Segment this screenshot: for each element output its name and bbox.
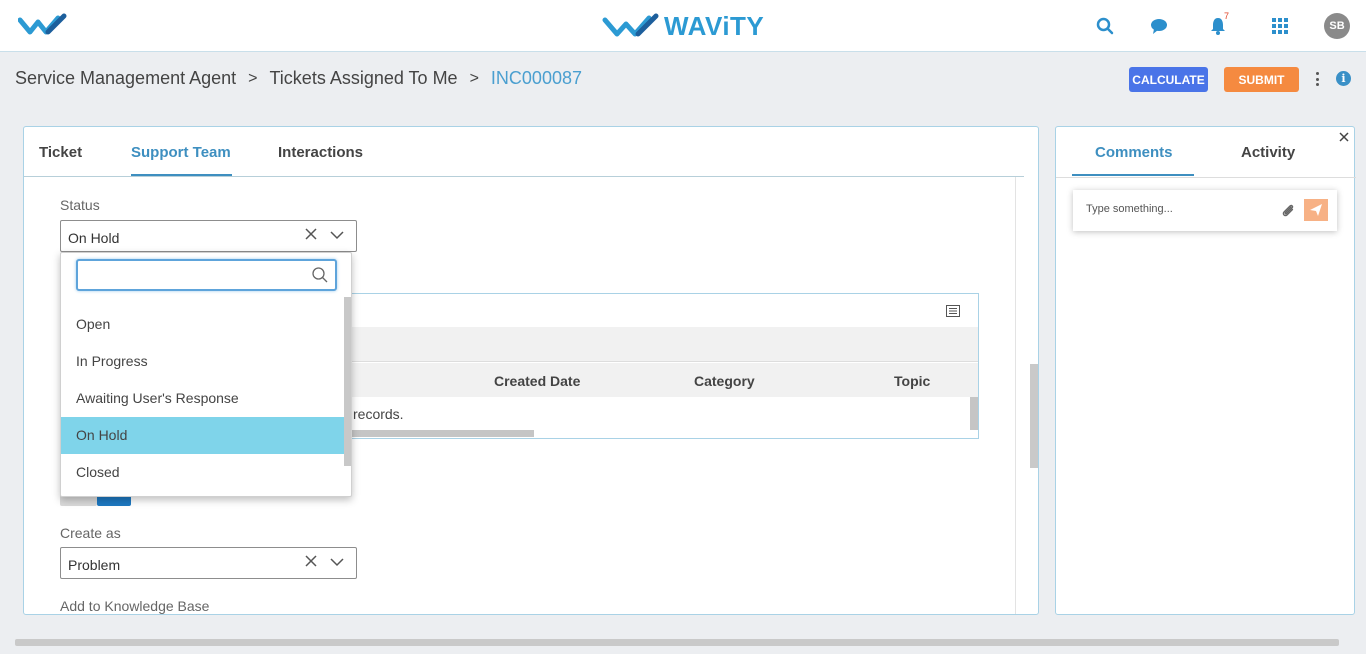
panel-vertical-scrollbar[interactable]	[1030, 364, 1038, 468]
calculate-button[interactable]: CALCULATE	[1129, 67, 1208, 92]
status-option-awaiting-response[interactable]: Awaiting User's Response	[61, 380, 344, 417]
breadcrumb-item-tickets[interactable]: Tickets Assigned To Me	[269, 68, 457, 89]
active-tab-indicator	[131, 174, 232, 176]
tab-activity[interactable]: Activity	[1241, 144, 1295, 161]
active-tab-indicator	[1072, 174, 1194, 176]
breadcrumb-separator: >	[469, 69, 479, 87]
status-option-open[interactable]: Open	[61, 306, 344, 343]
dropdown-scrollbar[interactable]	[344, 297, 351, 466]
comments-panel: Comments Activity Type something...	[1055, 126, 1356, 615]
column-header-topic[interactable]: Topic	[894, 373, 930, 389]
panel-divider	[1015, 177, 1016, 614]
send-icon	[1310, 204, 1322, 216]
attachment-icon[interactable]	[1280, 202, 1295, 218]
close-icon[interactable]	[1339, 132, 1349, 142]
status-label: Status	[60, 197, 100, 213]
grid-header-row: Created Date Category Topic	[314, 363, 978, 397]
status-option-in-progress[interactable]: In Progress	[61, 343, 344, 380]
more-options-icon[interactable]	[1311, 70, 1323, 88]
knowledge-base-label: Add to Knowledge Base	[60, 598, 210, 614]
search-icon[interactable]	[1094, 15, 1116, 37]
no-records-text: records.	[353, 406, 404, 422]
grid-vertical-scrollbar[interactable]	[970, 397, 978, 430]
status-dropdown: Open In Progress Awaiting User's Respons…	[60, 252, 352, 497]
grid-toolbar	[314, 294, 978, 327]
grid-group-band	[314, 327, 978, 362]
avatar[interactable]: SB	[1324, 13, 1350, 39]
dropdown-search-input[interactable]	[76, 259, 337, 291]
grid-empty-row: records.	[314, 397, 970, 430]
side-divider	[1056, 177, 1356, 178]
page-horizontal-scrollbar[interactable]	[15, 639, 1339, 646]
comment-placeholder: Type something...	[1086, 203, 1173, 215]
wavity-mark-icon	[602, 13, 659, 37]
clear-icon[interactable]	[304, 554, 318, 568]
related-records-grid: Created Date Category Topic records.	[314, 293, 979, 439]
brand-name: WAViTY	[664, 10, 765, 41]
tab-ticket[interactable]: Ticket	[39, 144, 82, 161]
comment-input[interactable]: Type something...	[1073, 190, 1337, 231]
submit-button[interactable]: SUBMIT	[1224, 67, 1299, 92]
breadcrumb: Service Management Agent > Tickets Assig…	[15, 68, 582, 89]
column-header-created-date[interactable]: Created Date	[494, 373, 580, 389]
notification-count: 7	[1224, 11, 1230, 21]
breadcrumb-separator: >	[248, 69, 258, 87]
breadcrumb-item-agent[interactable]: Service Management Agent	[15, 68, 236, 89]
chevron-down-icon[interactable]	[330, 555, 344, 569]
chevron-down-icon[interactable]	[330, 228, 344, 242]
create-as-label: Create as	[60, 525, 121, 541]
status-option-closed[interactable]: Closed	[61, 454, 344, 491]
search-icon	[312, 267, 328, 283]
brand-logo: WAViTY	[602, 10, 764, 42]
clear-icon[interactable]	[304, 227, 318, 241]
send-button[interactable]	[1304, 199, 1328, 221]
status-value: On Hold	[68, 230, 120, 246]
column-menu-icon[interactable]	[946, 305, 960, 317]
wavity-logo-icon[interactable]	[18, 12, 70, 38]
create-as-value: Problem	[68, 557, 121, 573]
status-option-on-hold[interactable]: On Hold	[61, 417, 344, 454]
info-icon[interactable]: i	[1336, 71, 1351, 86]
status-select[interactable]: On Hold	[60, 220, 357, 252]
column-header-category[interactable]: Category	[694, 373, 755, 389]
tab-comments[interactable]: Comments	[1095, 144, 1173, 161]
breadcrumb-current: INC000087	[490, 68, 582, 88]
apps-grid-icon[interactable]	[1269, 15, 1291, 37]
top-bar: WAViTY 7 SB	[0, 0, 1366, 52]
tab-interactions[interactable]: Interactions	[278, 144, 363, 161]
create-as-select[interactable]: Problem	[60, 547, 357, 579]
tab-support-team[interactable]: Support Team	[131, 144, 231, 161]
chat-icon[interactable]	[1148, 15, 1170, 37]
tab-bar: Ticket Support Team Interactions	[24, 127, 1024, 177]
